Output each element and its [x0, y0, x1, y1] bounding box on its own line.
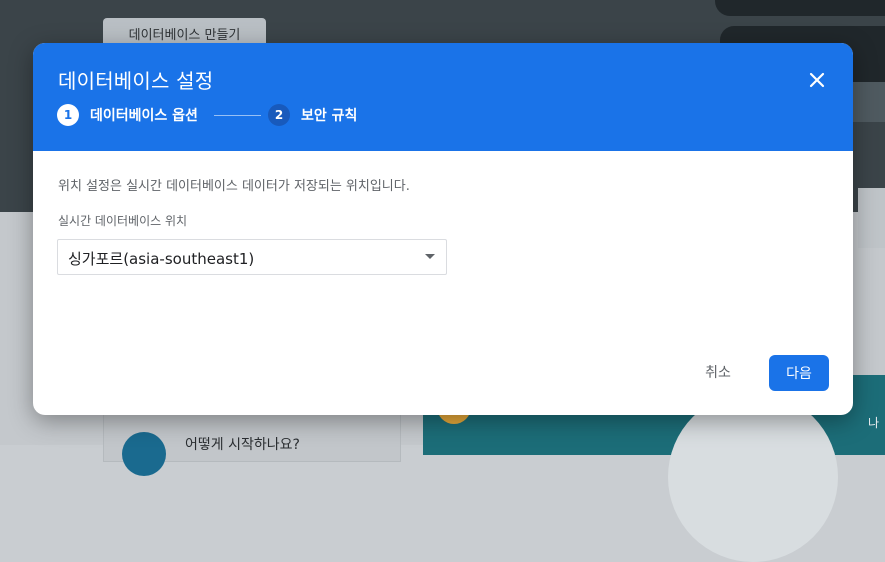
- location-field-label: 실시간 데이터베이스 위치: [58, 214, 188, 228]
- step-connector: [214, 115, 261, 116]
- dropdown-arrow-icon: [425, 254, 435, 259]
- avatar: [122, 432, 166, 476]
- step-label: 데이터베이스 옵션: [90, 108, 198, 124]
- step-label: 보안 규칙: [301, 108, 358, 124]
- dialog-title: 데이터베이스 설정: [58, 69, 214, 93]
- cancel-button[interactable]: 취소: [691, 356, 745, 388]
- database-setup-dialog: 데이터베이스 설정 1 데이터베이스 옵션 2 보안 규칙 위치 설정은 실시간…: [33, 43, 853, 415]
- step-number: 1: [57, 104, 79, 126]
- step-number: 2: [268, 104, 290, 126]
- location-select[interactable]: 싱가포르(asia-southeast1): [57, 239, 447, 275]
- step-security-rules: 2 보안 규칙: [268, 104, 357, 126]
- dialog-header: 데이터베이스 설정 1 데이터베이스 옵션 2 보안 규칙: [33, 43, 853, 151]
- background-promo-text: 나: [868, 416, 880, 430]
- background-left-card-text: 어떻게 시작하나요?: [185, 437, 300, 453]
- close-button[interactable]: [804, 67, 830, 93]
- background-tile: [848, 82, 885, 122]
- location-description: 위치 설정은 실시간 데이터베이스 데이터가 저장되는 위치입니다.: [58, 179, 410, 194]
- next-button[interactable]: 다음: [769, 355, 829, 391]
- promo-illustration: [668, 392, 838, 562]
- close-icon: [809, 72, 825, 88]
- location-select-value: 싱가포르(asia-southeast1): [68, 250, 255, 268]
- background-pill: [715, 0, 885, 16]
- background-side-panel: [858, 188, 885, 248]
- step-database-options: 1 데이터베이스 옵션: [57, 104, 198, 126]
